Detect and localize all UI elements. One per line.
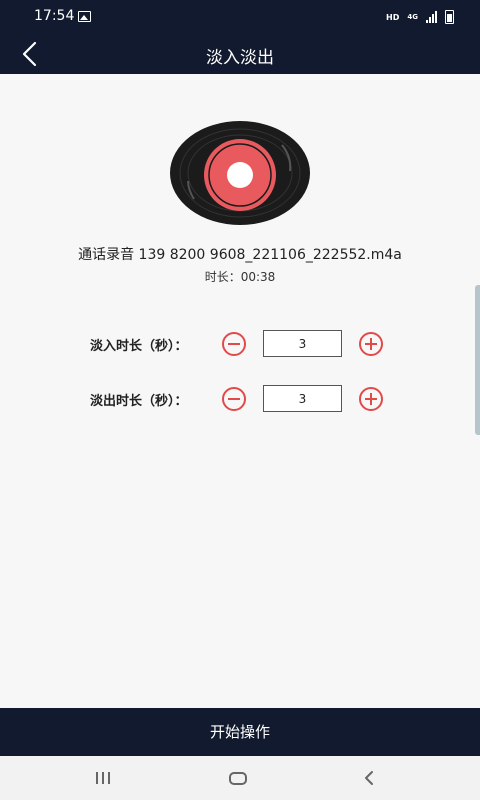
fade-out-decrease-button[interactable] (222, 387, 246, 411)
fade-in-increase-button[interactable] (359, 332, 383, 356)
fade-in-duration-input[interactable] (263, 330, 342, 357)
fade-out-setting-row: 淡出时长（秒）： (0, 384, 480, 414)
image-notification-icon (78, 11, 91, 22)
status-icons: HD 4G (386, 10, 454, 24)
nav-back-icon[interactable] (364, 770, 374, 790)
duration-label: 时长：00:38 (204, 270, 276, 284)
file-name: 通话录音 139 8200 9608_221106_222552.m4a (78, 247, 402, 263)
status-time: 17:54 (34, 8, 75, 24)
status-bar: 17:54 HD 4G (0, 0, 480, 34)
fade-out-label: 淡出时长（秒）： (90, 394, 188, 409)
fade-out-duration-input[interactable] (263, 385, 342, 412)
fade-out-increase-button[interactable] (359, 387, 383, 411)
hd-indicator: HD (386, 12, 400, 22)
fade-in-label: 淡入时长（秒）： (90, 339, 188, 354)
fade-in-setting-row: 淡入时长（秒）： (0, 329, 480, 359)
signal-icon (426, 11, 437, 23)
scroll-indicator[interactable] (475, 285, 480, 435)
recent-apps-icon[interactable] (96, 772, 110, 784)
vinyl-record-icon (170, 121, 310, 225)
network-type-indicator: 4G (407, 12, 418, 21)
app-header: 淡入淡出 (0, 34, 480, 74)
battery-icon (445, 10, 454, 24)
start-operation-button[interactable]: 开始操作 (0, 708, 480, 756)
fade-in-decrease-button[interactable] (222, 332, 246, 356)
page-title: 淡入淡出 (206, 48, 274, 68)
system-nav-bar (0, 756, 480, 800)
home-icon[interactable] (229, 772, 247, 785)
